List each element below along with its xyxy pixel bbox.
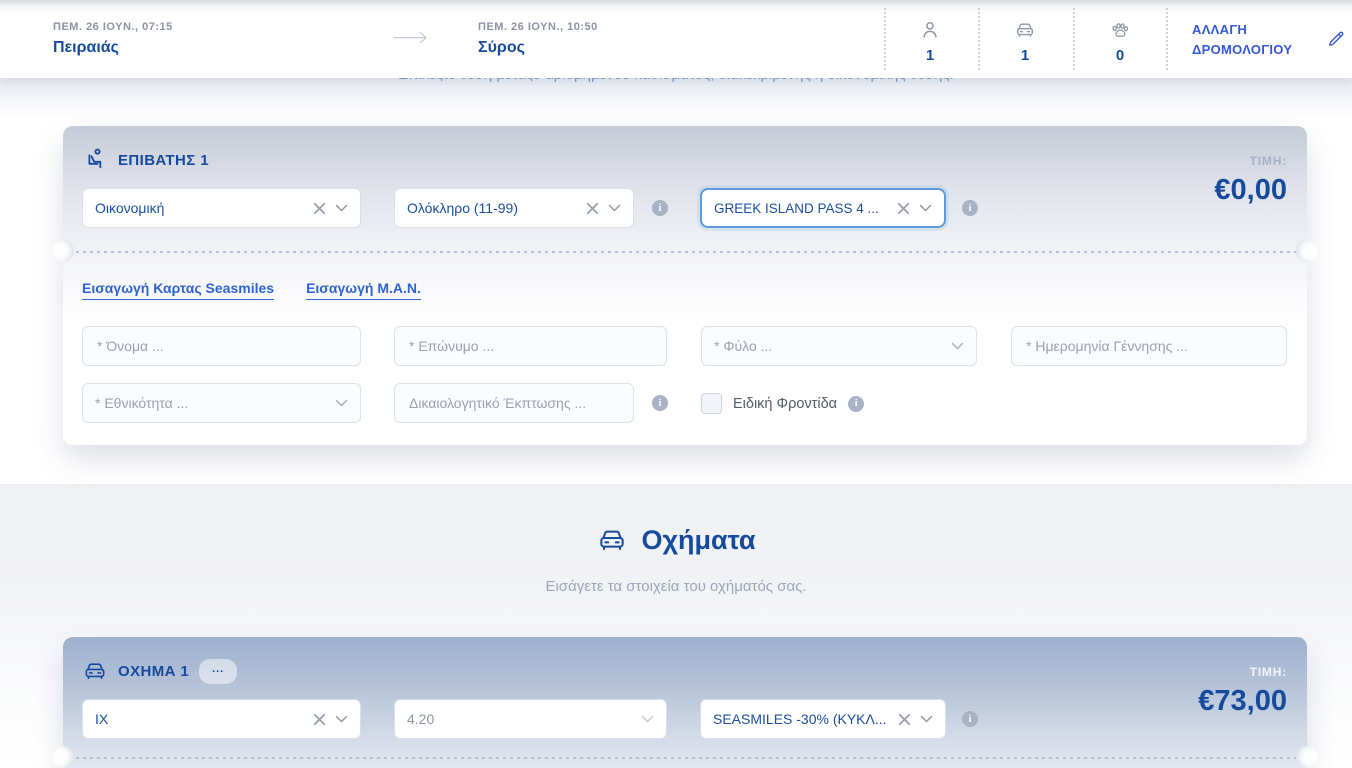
vehicle-selects-row: IX 4.20 SEASMILES -30% (ΚΥΚΛ... i bbox=[63, 699, 1307, 739]
age-group-select[interactable]: Ολόκληρο (11-99) bbox=[394, 188, 634, 228]
vehicle-counter: 1 bbox=[999, 19, 1051, 64]
seasmiles-card-link[interactable]: Εισαγωγή Καρτας Seasmiles bbox=[82, 280, 274, 300]
passenger-links-row: Εισαγωγή Καρτας Seasmiles Εισαγωγή M.A.N… bbox=[82, 280, 421, 300]
departure-datetime: ΠΕΜ. 26 ΙΟΥΝ., 07:15 bbox=[53, 21, 173, 33]
person-icon bbox=[919, 28, 941, 45]
car-front-icon bbox=[82, 658, 108, 684]
paw-icon bbox=[1109, 28, 1131, 45]
dotted-divider bbox=[1166, 8, 1168, 70]
departure-info: ΠΕΜ. 26 ΙΟΥΝ., 07:15 Πειραιάς bbox=[53, 21, 173, 57]
vehicle-count: 1 bbox=[999, 47, 1051, 64]
nationality-placeholder: * Εθνικότητα ... bbox=[95, 395, 335, 411]
fare-value: GREEK ISLAND PASS 4 ... bbox=[714, 201, 888, 216]
vehicle-card-title: ΟΧΗΜΑ 1 ... bbox=[82, 658, 237, 684]
chevron-down-icon[interactable] bbox=[608, 204, 621, 212]
ticket-notch-left bbox=[52, 240, 74, 262]
gender-placeholder: * Φύλο ... bbox=[714, 338, 951, 354]
x-icon[interactable] bbox=[898, 713, 911, 726]
passenger-card-title-label: ΕΠΙΒΑΤΗΣ 1 bbox=[118, 152, 209, 169]
car-icon bbox=[1014, 28, 1036, 45]
passenger-count: 1 bbox=[904, 47, 956, 64]
vehicle-length-value: 4.20 bbox=[407, 711, 632, 727]
info-icon[interactable]: i bbox=[848, 396, 864, 412]
special-care-group: Ειδική Φροντίδα i bbox=[701, 393, 864, 414]
passenger-card: ΕΠΙΒΑΤΗΣ 1 ΤΙΜΗ: €0,00 Οικονομική Ολόκλη… bbox=[63, 126, 1307, 445]
vehicles-title: Οχήματα bbox=[641, 525, 755, 556]
passenger-counter: 1 bbox=[904, 19, 956, 64]
pencil-icon[interactable] bbox=[1326, 29, 1346, 49]
discount-document-input[interactable] bbox=[394, 383, 634, 423]
vehicle-discount-select[interactable]: SEASMILES -30% (ΚΥΚΛ... bbox=[700, 699, 946, 739]
vehicle-discount-value: SEASMILES -30% (ΚΥΚΛ... bbox=[713, 711, 889, 727]
pet-count: 0 bbox=[1094, 47, 1146, 64]
header-shadow-band bbox=[0, 78, 1352, 126]
fare-select[interactable]: GREEK ISLAND PASS 4 ... bbox=[700, 188, 946, 228]
nationality-select[interactable]: * Εθνικότητα ... bbox=[82, 383, 361, 423]
ticket-perforation bbox=[69, 251, 1301, 253]
birth-date-input[interactable] bbox=[1011, 326, 1287, 366]
dotted-divider bbox=[978, 8, 980, 70]
age-group-value: Ολόκληρο (11-99) bbox=[407, 200, 577, 216]
arrow-right-icon bbox=[393, 31, 429, 44]
special-care-checkbox[interactable] bbox=[701, 393, 722, 414]
ticket-perforation bbox=[69, 757, 1301, 759]
trip-header: ΠΕΜ. 26 ΙΟΥΝ., 07:15 Πειραιάς ΠΕΜ. 26 ΙΟ… bbox=[0, 0, 1352, 78]
info-icon[interactable]: i bbox=[962, 200, 978, 216]
price-label: ΤΙΜΗ: bbox=[1214, 154, 1287, 168]
dotted-divider bbox=[884, 8, 886, 70]
chevron-down-icon[interactable] bbox=[951, 342, 964, 350]
vehicles-subtitle: Εισάγετε τα στοιχεία του οχήματός σας. bbox=[0, 578, 1352, 595]
price-label: ΤΙΜΗ: bbox=[1198, 665, 1287, 679]
arrival-datetime: ΠΕΜ. 26 ΙΟΥΝ., 10:50 bbox=[478, 21, 598, 33]
info-icon[interactable]: i bbox=[652, 200, 668, 216]
info-icon[interactable]: i bbox=[962, 711, 978, 727]
x-icon[interactable] bbox=[897, 202, 910, 215]
arrival-info: ΠΕΜ. 26 ΙΟΥΝ., 10:50 Σύρος bbox=[478, 21, 598, 57]
pet-counter: 0 bbox=[1094, 19, 1146, 64]
first-name-input[interactable] bbox=[82, 326, 361, 366]
gender-select[interactable]: * Φύλο ... bbox=[701, 326, 977, 366]
vehicle-type-select[interactable]: IX bbox=[82, 699, 361, 739]
passenger-card-title: ΕΠΙΒΑΤΗΣ 1 bbox=[82, 147, 209, 173]
booking-page: Επιλέξτε θέση μεταξύ αριθμημένου καθίσμα… bbox=[0, 0, 1352, 768]
x-icon[interactable] bbox=[586, 202, 599, 215]
passenger-selects-row: Οικονομική Ολόκληρο (11-99) i GREEK ISLA… bbox=[63, 188, 1307, 228]
x-icon[interactable] bbox=[313, 713, 326, 726]
arrival-port: Σύρος bbox=[478, 39, 598, 57]
ticket-notch-right bbox=[1296, 746, 1318, 768]
info-icon[interactable]: i bbox=[652, 395, 668, 411]
chevron-down-icon[interactable] bbox=[335, 715, 348, 723]
departure-port: Πειραιάς bbox=[53, 39, 173, 57]
ellipsis-icon[interactable]: ... bbox=[199, 659, 237, 684]
man-link[interactable]: Εισαγωγή M.A.N. bbox=[306, 280, 421, 300]
car-front-icon bbox=[596, 524, 628, 556]
vehicle-type-value: IX bbox=[95, 711, 304, 727]
passenger-fields-row-1: * Φύλο ... bbox=[63, 326, 1307, 366]
seat-class-value: Οικονομική bbox=[95, 200, 304, 216]
special-care-label: Ειδική Φροντίδα bbox=[733, 396, 837, 412]
chevron-down-icon[interactable] bbox=[335, 204, 348, 212]
dotted-divider bbox=[1073, 8, 1075, 70]
passenger-fields-row-2: * Εθνικότητα ... i Ειδική Φροντίδα i bbox=[63, 383, 1307, 423]
chevron-down-icon[interactable] bbox=[920, 715, 933, 723]
vehicle-card-title-label: ΟΧΗΜΑ 1 bbox=[118, 663, 189, 680]
ticket-notch-right bbox=[1296, 240, 1318, 262]
vehicle-length-select[interactable]: 4.20 bbox=[394, 699, 667, 739]
last-name-input[interactable] bbox=[394, 326, 667, 366]
vehicles-heading: Οχήματα bbox=[0, 524, 1352, 556]
chevron-down-icon[interactable] bbox=[335, 399, 348, 407]
ticket-notch-left bbox=[52, 746, 74, 768]
x-icon[interactable] bbox=[313, 202, 326, 215]
vehicle-card: ΟΧΗΜΑ 1 ... ΤΙΜΗ: €73,00 IX 4.20 SEASMIL… bbox=[63, 637, 1307, 768]
seated-person-icon bbox=[82, 147, 108, 173]
seat-class-select[interactable]: Οικονομική bbox=[82, 188, 361, 228]
chevron-down-icon[interactable] bbox=[919, 204, 932, 212]
change-route-button[interactable]: ΑΛΛΑΓΗ ΔΡΟΜΟΛΟΓΙΟΥ bbox=[1192, 20, 1320, 59]
chevron-down-icon[interactable] bbox=[641, 715, 654, 723]
